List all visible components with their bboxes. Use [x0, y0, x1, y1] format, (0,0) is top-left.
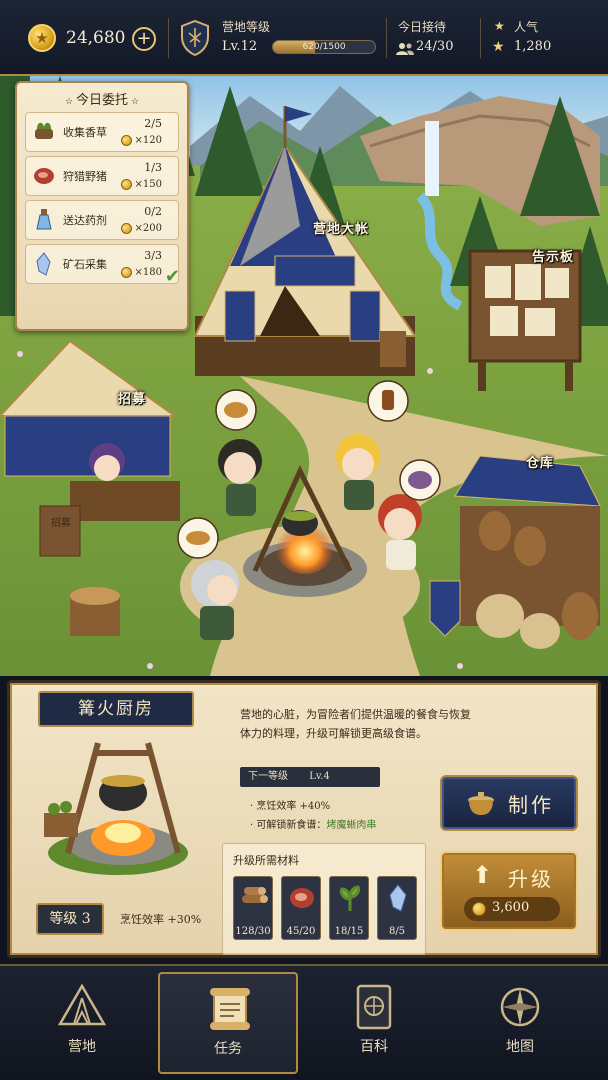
recruit-label[interactable]: 招募 [118, 388, 146, 407]
potion-icon [36, 209, 52, 230]
next-bonus-efficiency: · 烹饪效率 +40% [250, 801, 331, 812]
herb-icon [339, 885, 361, 911]
quest-reward: ×180 [120, 267, 162, 278]
coin-icon [120, 223, 132, 234]
quest-item[interactable]: 矿石采集 3/3 ×180 ✔ [25, 244, 180, 287]
herb-bundle-icon [35, 122, 53, 139]
compass-icon [500, 987, 540, 1027]
material-slot[interactable]: 8/5 [377, 876, 417, 940]
gold-amount: 24,680 [66, 28, 126, 48]
building-detail-panel: 篝火厨房 等级 3 烹饪效率 +30% 营地的心脏，为冒险者们提供温暖的餐食与恢… [7, 680, 601, 958]
nav-label: 任务 [214, 1041, 242, 1057]
quest-progress: 1/3 [144, 161, 162, 174]
notice-board-label[interactable]: 告示板 [532, 246, 574, 265]
craft-button[interactable]: 制作 [440, 775, 578, 831]
nav-label: 营地 [68, 1039, 96, 1055]
camp-xp-text: 620/1500 [302, 42, 346, 52]
material-slot[interactable]: 18/15 [329, 876, 369, 940]
next-bonus-recipe: · 可解锁新食谱：烤魔蜥肉串 [250, 816, 376, 831]
quest-reward-amount: ×150 [134, 179, 162, 190]
next-bonus-recipe-prefix: · 可解锁新食谱： [250, 820, 327, 831]
quest-progress: 0/2 [144, 205, 162, 218]
next-level-label: 下一等级 [248, 771, 288, 782]
shield-emblem-icon [181, 20, 209, 56]
craft-button-label: 制作 [508, 793, 554, 817]
scroll-icon [210, 988, 250, 1030]
building-level-badge: 等级 3 [36, 903, 104, 935]
arrow-up-icon: ⬆ [472, 861, 493, 889]
bottom-navigation: 营地 任务 百科 地图 [0, 964, 608, 1080]
material-slot[interactable]: 45/20 [281, 876, 321, 940]
nav-camp[interactable]: 营地 [12, 972, 152, 1074]
materials-title: 升级所需材料 [233, 854, 299, 867]
quest-reward: ×200 [120, 223, 162, 234]
camp-xp-bar: 620/1500 [272, 40, 376, 54]
guests-icon [396, 43, 414, 55]
top-resource-bar: ★ 24,680 + 营地等级 Lv.12 620/1500 今日接待 24/3… [0, 0, 608, 76]
reception-value: 24/30 [416, 39, 454, 54]
quest-progress: 2/5 [144, 117, 162, 130]
recruit-sign-text: 招募 [51, 518, 71, 529]
checkmark-icon: ✔ [164, 266, 180, 287]
quest-item[interactable]: 收集香草 2/5 ×120 [25, 112, 179, 152]
popularity-star-icon: ★ [494, 19, 505, 33]
cooking-pot-icon [468, 792, 494, 815]
material-count: 8/5 [388, 926, 406, 937]
popularity-label: 人气 [514, 20, 539, 34]
coin-icon [120, 267, 132, 278]
upgrade-button-label: 升级 [508, 867, 554, 891]
quests-title-text: 今日委托 [75, 93, 128, 108]
gold-coin-icon: ★ [28, 24, 56, 52]
quest-reward-amount: ×200 [134, 223, 162, 234]
nav-quests[interactable]: 任务 [158, 972, 298, 1074]
camp-scene: 营地大帐 告示板 招募 仓库 招募 ☆ 今日委托 ☆ 收集香草 2/5 ×120… [0, 76, 608, 676]
building-name: 篝火厨房 [38, 691, 194, 727]
tent-icon [58, 984, 106, 1026]
material-count: 18/15 [334, 926, 364, 937]
upgrade-cost-pill: 3,600 [464, 897, 560, 921]
material-count: 45/20 [286, 926, 316, 937]
nav-label: 百科 [360, 1039, 388, 1055]
next-level-header: 下一等级 Lv.4 [240, 767, 380, 787]
add-gold-button[interactable]: + [132, 27, 156, 51]
coin-icon [472, 902, 486, 916]
quest-reward-amount: ×180 [134, 267, 162, 278]
main-tent-label[interactable]: 营地大帐 [313, 218, 369, 237]
upgrade-materials-box: 升级所需材料 128/30 45/20 18/15 8/5 [222, 843, 426, 955]
nav-label: 地图 [506, 1039, 534, 1055]
quest-progress: 3/3 [144, 249, 162, 262]
material-slot[interactable]: 128/30 [233, 876, 273, 940]
popularity-star-icon: ★ [492, 39, 505, 55]
reception-label: 今日接待 [398, 20, 447, 34]
warehouse-label[interactable]: 仓库 [526, 452, 554, 471]
meat-icon [290, 888, 314, 908]
quest-reward: ×150 [120, 179, 162, 190]
coin-icon [120, 179, 132, 190]
quest-item[interactable]: 狩猎野猪 1/3 ×150 [25, 156, 179, 196]
quests-title: ☆ 今日委托 ☆ [65, 93, 139, 108]
popularity-value: 1,280 [514, 39, 552, 54]
current-effect: 烹饪效率 +30% [120, 913, 202, 926]
building-description: 营地的心脏，为冒险者们提供温暖的餐食与恢复体力的料理，升级可解锁更高级食谱。 [240, 708, 471, 740]
daily-quests-panel: ☆ 今日委托 ☆ 收集香草 2/5 ×120 狩猎野猪 1/3 ×150 送达药… [15, 81, 189, 331]
crystal-icon [36, 252, 51, 276]
book-icon [356, 984, 392, 1030]
next-level-value: Lv.4 [309, 771, 330, 782]
material-count: 128/30 [235, 926, 271, 937]
wood-log-icon [242, 887, 268, 903]
upgrade-button[interactable]: ⬆ 升级 3,600 [440, 851, 578, 931]
upgrade-cost: 3,600 [492, 900, 530, 915]
meat-icon [34, 168, 54, 184]
campfire-kitchen-icon [44, 742, 188, 875]
recipe-name: 烤魔蜥肉串 [326, 820, 377, 831]
camp-level-label: 营地等级 [222, 20, 271, 34]
nav-map[interactable]: 地图 [450, 972, 590, 1074]
quest-reward: ×120 [120, 135, 162, 146]
quest-item[interactable]: 送达药剂 0/2 ×200 [25, 200, 179, 240]
nav-encyclopedia[interactable]: 百科 [304, 972, 444, 1074]
crystal-icon [389, 884, 407, 912]
coin-icon [120, 135, 132, 146]
camp-level-value: Lv.12 [222, 39, 258, 54]
quest-reward-amount: ×120 [134, 135, 162, 146]
